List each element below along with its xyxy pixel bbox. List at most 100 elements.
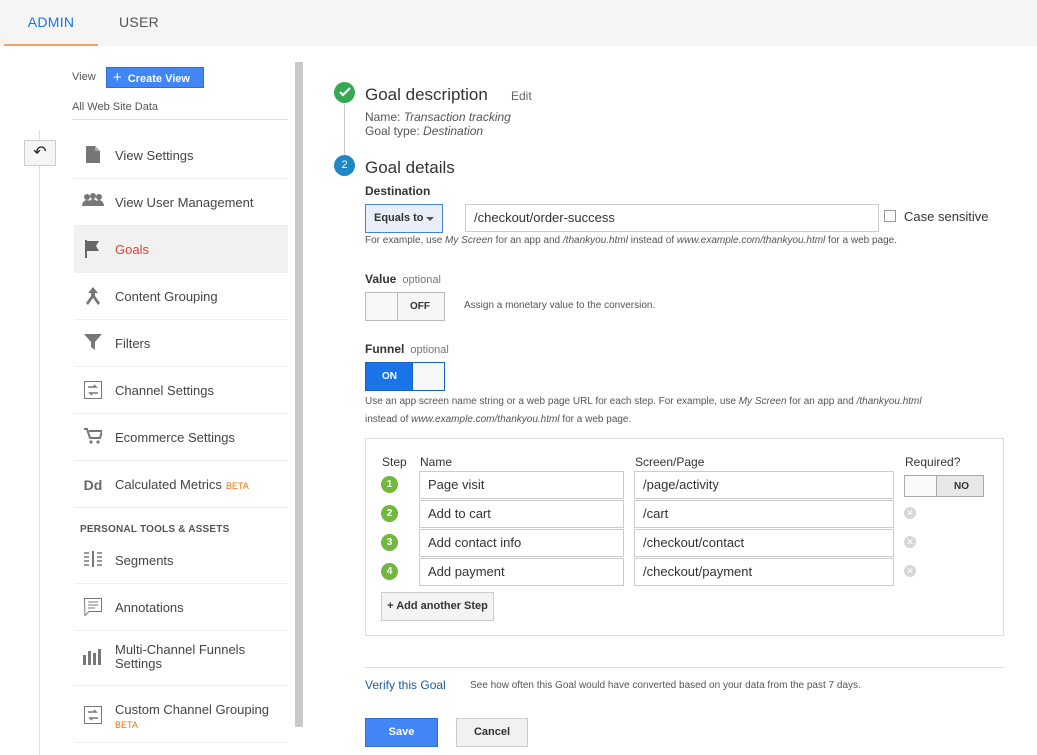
cancel-button[interactable]: Cancel — [456, 718, 528, 747]
sidebar-item-goals[interactable]: Goals — [74, 226, 288, 273]
remove-step-icon[interactable]: ✕ — [904, 565, 916, 577]
segments-icon — [82, 551, 104, 571]
sidebar-item-label: Goals — [115, 242, 149, 257]
grouping-icon — [82, 287, 104, 307]
divider — [365, 667, 1005, 668]
hint-text: instead of — [627, 235, 677, 246]
value-toggle[interactable]: OFF — [365, 292, 445, 321]
hint-text: for an app and — [492, 235, 563, 246]
required-toggle[interactable]: NO — [904, 475, 984, 497]
add-step-button[interactable]: + Add another Step — [381, 592, 494, 621]
sidebar-item-custom-channel-grouping[interactable]: Custom Channel Grouping BETA — [74, 688, 288, 743]
goal-type-value: Destination — [423, 124, 484, 138]
edit-link[interactable]: Edit — [511, 89, 532, 103]
step-number-badge: 2 — [334, 155, 355, 176]
goal-details-title: Goal details — [365, 158, 455, 177]
step-number: 4 — [381, 563, 398, 580]
sidebar-item-calculated-metrics[interactable]: Dd Calculated Metrics BETA — [74, 461, 288, 508]
view-label: View — [72, 71, 96, 83]
sidebar-item-view-user-management[interactable]: View User Management — [74, 179, 288, 226]
sidebar-item-label: Filters — [115, 336, 151, 351]
hint-example: My Screen — [738, 396, 787, 407]
sidebar-item-content-grouping[interactable]: Content Grouping — [74, 273, 288, 320]
tab-admin[interactable]: ADMIN — [4, 0, 98, 46]
step-number: 3 — [381, 534, 398, 551]
sidebar-item-channel-settings[interactable]: Channel Settings — [74, 367, 288, 414]
step-name-input[interactable]: Add payment — [419, 558, 624, 586]
goal-name-line: Name: Transaction tracking — [365, 110, 511, 124]
toggle-knob — [412, 363, 444, 390]
funnel-toggle[interactable]: ON — [365, 362, 445, 391]
create-view-button[interactable]: + Create View — [106, 67, 204, 88]
goal-type-label: Goal type: — [365, 124, 420, 138]
verify-goal-link[interactable]: Verify this Goal — [365, 678, 446, 692]
filter-icon — [82, 334, 104, 354]
step-screen-input[interactable]: /checkout/payment — [634, 558, 894, 586]
match-type-dropdown[interactable]: Equals to — [365, 204, 443, 233]
value-label-text: Value — [365, 272, 397, 286]
plus-icon: + — [113, 69, 122, 86]
sidebar-item-label: Segments — [115, 553, 174, 568]
sidebar-scrollbar[interactable] — [295, 62, 303, 727]
destination-hint: For example, use My Screen for an app an… — [365, 235, 897, 246]
channel-icon — [82, 381, 104, 401]
save-button[interactable]: Save — [365, 718, 438, 747]
case-sensitive-checkbox[interactable] — [884, 210, 896, 222]
step-screen-input[interactable]: /page/activity — [634, 471, 894, 499]
remove-step-icon[interactable]: ✕ — [904, 507, 916, 519]
funnel-label: Funnel optional — [365, 342, 449, 356]
annotation-icon — [82, 598, 104, 618]
hint-text: Use an app screen name string or a web p… — [365, 396, 739, 407]
hint-example: /thankyou.html — [856, 396, 922, 407]
step-number: 1 — [381, 476, 398, 493]
destination-input[interactable]: /checkout/order-success — [465, 204, 879, 232]
match-type-value: Equals to — [374, 212, 424, 224]
channel-icon — [82, 706, 104, 726]
sidebar-item-multi-channel-funnels[interactable]: Multi-Channel Funnels Settings — [74, 631, 288, 686]
sidebar-item-label: View User Management — [115, 195, 254, 210]
calculated-metrics-label: Calculated Metrics — [115, 477, 222, 492]
beta-badge: BETA — [225, 481, 249, 491]
sidebar-item-segments[interactable]: Segments — [74, 537, 288, 584]
back-arrow-icon[interactable]: ↶ — [24, 140, 56, 166]
column-header-required: Required? — [905, 455, 961, 469]
verify-hint: See how often this Goal would have conve… — [470, 680, 861, 691]
custom-channel-grouping-label: Custom Channel Grouping — [115, 702, 269, 717]
view-selector[interactable]: All Web Site Data — [72, 101, 158, 113]
optional-label: optional — [410, 344, 449, 356]
dd-icon: Dd — [83, 477, 103, 493]
hint-example: www.example.com/thankyou.html — [676, 235, 826, 246]
step-name-input[interactable]: Add contact info — [419, 529, 624, 557]
sidebar-item-ecommerce-settings[interactable]: Ecommerce Settings — [74, 414, 288, 461]
optional-label: optional — [402, 274, 441, 286]
value-label: Value optional — [365, 272, 441, 286]
sidebar-item-filters[interactable]: Filters — [74, 320, 288, 367]
flag-icon — [82, 240, 104, 260]
sidebar-item-annotations[interactable]: Annotations — [74, 584, 288, 631]
step-name-input[interactable]: Add to cart — [419, 500, 624, 528]
toggle-state: OFF — [410, 301, 430, 312]
funnel-hint: Use an app screen name string or a web p… — [365, 393, 1005, 429]
remove-step-icon[interactable]: ✕ — [904, 536, 916, 548]
sidebar-item-label: Calculated Metrics BETA — [115, 461, 249, 508]
funnel-label-text: Funnel — [365, 342, 405, 356]
hint-text: instead of — [365, 414, 412, 425]
tab-user[interactable]: USER — [104, 0, 174, 46]
sidebar-item-label: Channel Settings — [115, 383, 215, 398]
bar-chart-icon — [82, 649, 104, 669]
toggle-knob — [366, 293, 398, 320]
step-screen-input[interactable]: /checkout/contact — [634, 529, 894, 557]
step-connector — [344, 104, 345, 156]
left-rail-line — [39, 130, 40, 755]
hint-example: /thankyou.html — [562, 235, 628, 246]
toggle-state: ON — [382, 371, 397, 382]
sidebar-item-label: Annotations — [115, 600, 184, 615]
hint-example: My Screen — [445, 235, 493, 246]
column-header-screen: Screen/Page — [635, 455, 705, 469]
users-icon — [82, 193, 104, 213]
cart-icon — [82, 428, 104, 448]
sidebar-item-view-settings[interactable]: View Settings — [74, 132, 288, 179]
step-name-input[interactable]: Page visit — [419, 471, 624, 499]
step-screen-input[interactable]: /cart — [634, 500, 894, 528]
sidebar-item-label: Multi-Channel Funnels Settings — [115, 642, 246, 671]
